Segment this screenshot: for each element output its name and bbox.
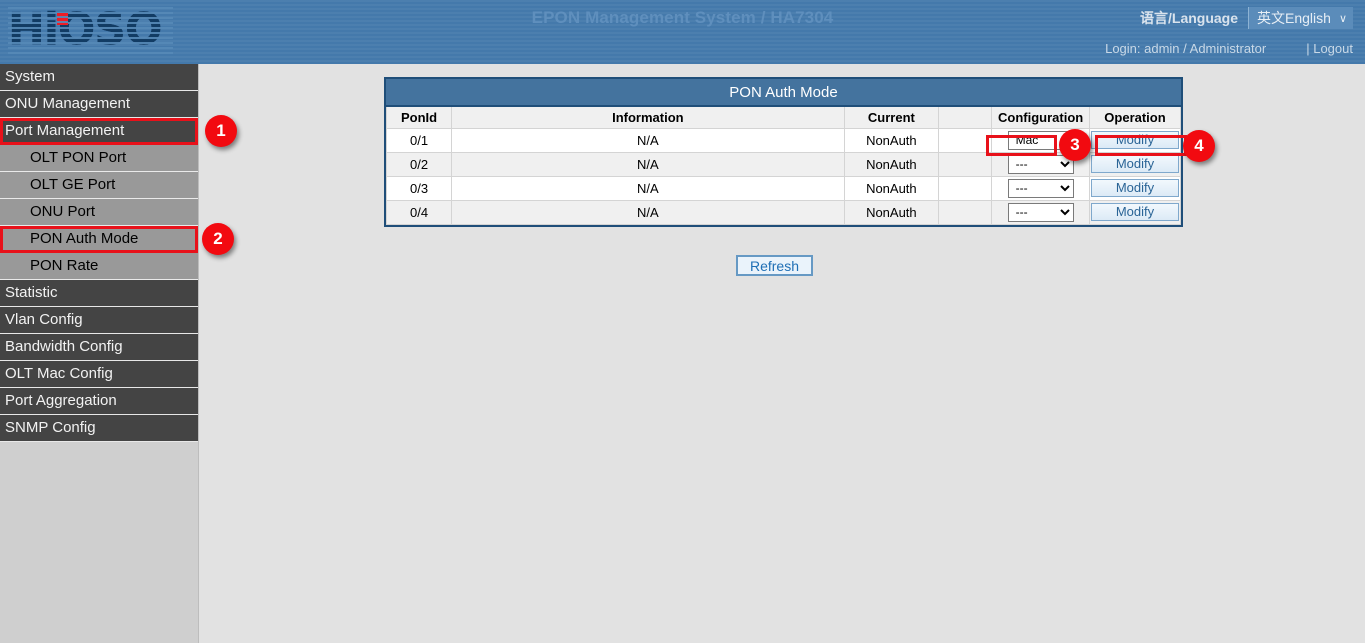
sidebar-item-system[interactable]: System — [0, 64, 198, 91]
cell-configuration: --- — [992, 176, 1090, 200]
language-select[interactable]: 英文English ∨ — [1248, 7, 1353, 29]
cell-information: N/A — [452, 200, 845, 224]
cell-operation: Modify — [1089, 200, 1180, 224]
modify-button-row-4[interactable]: Modify — [1091, 203, 1179, 221]
table-header-row: PonId Information Current Configuration … — [387, 107, 1181, 128]
cell-current: NonAuth — [844, 176, 939, 200]
sidebar-item-label: OLT Mac Config — [5, 365, 113, 382]
sidebar-item-label: System — [5, 68, 55, 85]
cell-spacer — [939, 176, 992, 200]
sidebar-item-label: Port Management — [5, 122, 124, 139]
cell-operation: Modify — [1089, 152, 1180, 176]
modify-button-row-2[interactable]: Modify — [1091, 155, 1179, 173]
annotation-badge-1: 1 — [205, 115, 237, 147]
logo-accent-dot-stripes — [57, 13, 68, 25]
sidebar-item-snmp-config[interactable]: SNMP Config — [0, 415, 198, 442]
table-row: 0/3 N/A NonAuth --- Modify — [387, 176, 1181, 200]
login-info-bar: Login: admin / Administrator | Logout — [1105, 41, 1353, 56]
sidebar-item-vlan-config[interactable]: Vlan Config — [0, 307, 198, 334]
modify-button-row-3[interactable]: Modify — [1091, 179, 1179, 197]
language-select-value: 英文English — [1257, 8, 1331, 28]
column-header-current: Current — [844, 107, 939, 128]
column-header-spacer — [939, 107, 992, 128]
modify-button-row-1[interactable]: Modify — [1091, 131, 1179, 149]
cell-ponid: 0/2 — [387, 152, 452, 176]
sidebar-item-label: PON Rate — [30, 257, 98, 274]
cell-operation: Modify — [1089, 128, 1180, 152]
sidebar-item-label: Statistic — [5, 284, 58, 301]
table-head: PonId Information Current Configuration … — [387, 107, 1181, 128]
sidebar-item-label: SNMP Config — [5, 419, 96, 436]
login-user-text: Login: admin / Administrator — [1105, 41, 1266, 56]
sidebar: System ONU Management Port Management OL… — [0, 64, 198, 643]
sidebar-item-label: Vlan Config — [5, 311, 83, 328]
panel-title: PON Auth Mode — [386, 79, 1181, 107]
cell-spacer — [939, 200, 992, 224]
sidebar-item-label: ONU Management — [5, 95, 130, 112]
cell-information: N/A — [452, 152, 845, 176]
annotation-badge-4: 4 — [1183, 130, 1215, 162]
pon-auth-mode-table: PonId Information Current Configuration … — [386, 107, 1181, 225]
sidebar-item-onu-port[interactable]: ONU Port — [0, 199, 198, 226]
cell-ponid: 0/4 — [387, 200, 452, 224]
column-header-operation: Operation — [1089, 107, 1180, 128]
column-header-information: Information — [452, 107, 845, 128]
refresh-button[interactable]: Refresh — [736, 255, 813, 276]
sidebar-item-port-management[interactable]: Port Management — [0, 118, 198, 145]
config-select-row-4[interactable]: --- — [1008, 203, 1074, 222]
cell-spacer — [939, 128, 992, 152]
cell-ponid: 0/1 — [387, 128, 452, 152]
table-row: 0/2 N/A NonAuth --- Modify — [387, 152, 1181, 176]
annotation-badge-2: 2 — [202, 223, 234, 255]
sidebar-item-olt-mac-config[interactable]: OLT Mac Config — [0, 361, 198, 388]
sidebar-item-bandwidth-config[interactable]: Bandwidth Config — [0, 334, 198, 361]
sidebar-item-label: PON Auth Mode — [30, 230, 138, 247]
cell-spacer — [939, 152, 992, 176]
sidebar-item-statistic[interactable]: Statistic — [0, 280, 198, 307]
sidebar-item-olt-pon-port[interactable]: OLT PON Port — [0, 145, 198, 172]
cell-current: NonAuth — [844, 152, 939, 176]
sidebar-nav: System ONU Management Port Management OL… — [0, 64, 198, 442]
sidebar-item-label: Bandwidth Config — [5, 338, 123, 355]
sidebar-item-label: Port Aggregation — [5, 392, 117, 409]
annotation-badge-3: 3 — [1059, 129, 1091, 161]
sidebar-item-pon-rate[interactable]: PON Rate — [0, 253, 198, 280]
logout-link[interactable]: | Logout — [1306, 41, 1353, 56]
column-header-configuration: Configuration — [992, 107, 1090, 128]
config-select-row-2[interactable]: --- — [1008, 155, 1074, 174]
chevron-down-icon: ∨ — [1339, 12, 1347, 25]
config-select-row-3[interactable]: --- — [1008, 179, 1074, 198]
sidebar-item-label: OLT GE Port — [30, 176, 115, 193]
sidebar-item-onu-management[interactable]: ONU Management — [0, 91, 198, 118]
cell-current: NonAuth — [844, 128, 939, 152]
sidebar-item-port-aggregation[interactable]: Port Aggregation — [0, 388, 198, 415]
column-header-ponid: PonId — [387, 107, 452, 128]
language-label: 语言/Language — [1140, 8, 1238, 28]
sidebar-item-label: ONU Port — [30, 203, 95, 220]
cell-configuration: --- — [992, 200, 1090, 224]
sidebar-item-pon-auth-mode[interactable]: PON Auth Mode — [0, 226, 198, 253]
cell-ponid: 0/3 — [387, 176, 452, 200]
cell-operation: Modify — [1089, 176, 1180, 200]
cell-information: N/A — [452, 128, 845, 152]
sidebar-item-label: OLT PON Port — [30, 149, 126, 166]
page-header: HiOSO EPON Management System / HA7304 语言… — [0, 0, 1365, 64]
table-row: 0/4 N/A NonAuth --- Modify — [387, 200, 1181, 224]
language-selector-group: 语言/Language 英文English ∨ — [1140, 7, 1353, 29]
cell-current: NonAuth — [844, 200, 939, 224]
cell-information: N/A — [452, 176, 845, 200]
sidebar-item-olt-ge-port[interactable]: OLT GE Port — [0, 172, 198, 199]
